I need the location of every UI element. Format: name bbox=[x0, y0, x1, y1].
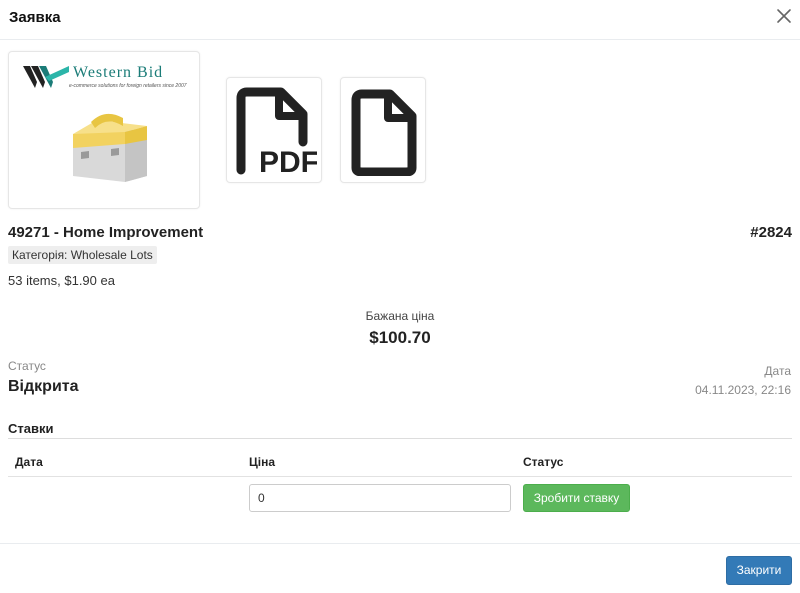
category-badge: Категорія: Wholesale Lots bbox=[8, 246, 157, 264]
brand-name: Western Bid bbox=[73, 64, 164, 81]
pdf-file-icon: PDF bbox=[236, 87, 317, 176]
toolbox-image bbox=[73, 113, 147, 182]
close-button[interactable]: Закрити bbox=[726, 556, 792, 585]
close-icon[interactable] bbox=[774, 6, 794, 26]
place-bid-button[interactable]: Зробити ставку bbox=[523, 484, 630, 512]
date-label: Дата bbox=[764, 364, 791, 378]
divider bbox=[8, 438, 792, 439]
desired-price-value: $100.70 bbox=[369, 328, 431, 347]
file-icon bbox=[351, 89, 417, 176]
lot-title: 49271 - Home Improvement bbox=[8, 224, 204, 241]
bid-price-input[interactable] bbox=[249, 484, 511, 512]
column-header-price: Ціна bbox=[249, 455, 276, 469]
modal-header: Заявка bbox=[0, 0, 800, 40]
status-label: Статус bbox=[8, 359, 46, 373]
column-header-status: Статус bbox=[523, 455, 564, 469]
pdf-attachment[interactable]: PDF bbox=[226, 77, 322, 183]
date-value: 04.11.2023, 22:16 bbox=[695, 383, 791, 397]
brand-tagline: e-commerce solutions for foreign retaile… bbox=[69, 83, 187, 89]
desired-price-label: Бажана ціна bbox=[365, 309, 435, 323]
pdf-label: PDF bbox=[259, 146, 317, 176]
western-bid-logo-icon bbox=[23, 66, 69, 88]
items-summary: 53 items, $1.90 ea bbox=[8, 273, 115, 288]
bid-request-modal: Заявка Western Bid e-commerce solutions … bbox=[0, 0, 800, 593]
main-image-thumbnail[interactable]: Western Bid e-commerce solutions for for… bbox=[8, 51, 200, 209]
status-value: Відкрита bbox=[8, 378, 79, 395]
divider bbox=[8, 476, 792, 477]
lot-number: #2824 bbox=[750, 224, 792, 241]
modal-title: Заявка bbox=[9, 9, 61, 26]
bids-heading: Ставки bbox=[8, 421, 54, 436]
divider bbox=[0, 543, 800, 544]
column-header-date: Дата bbox=[15, 455, 43, 469]
file-attachment[interactable] bbox=[340, 77, 426, 183]
